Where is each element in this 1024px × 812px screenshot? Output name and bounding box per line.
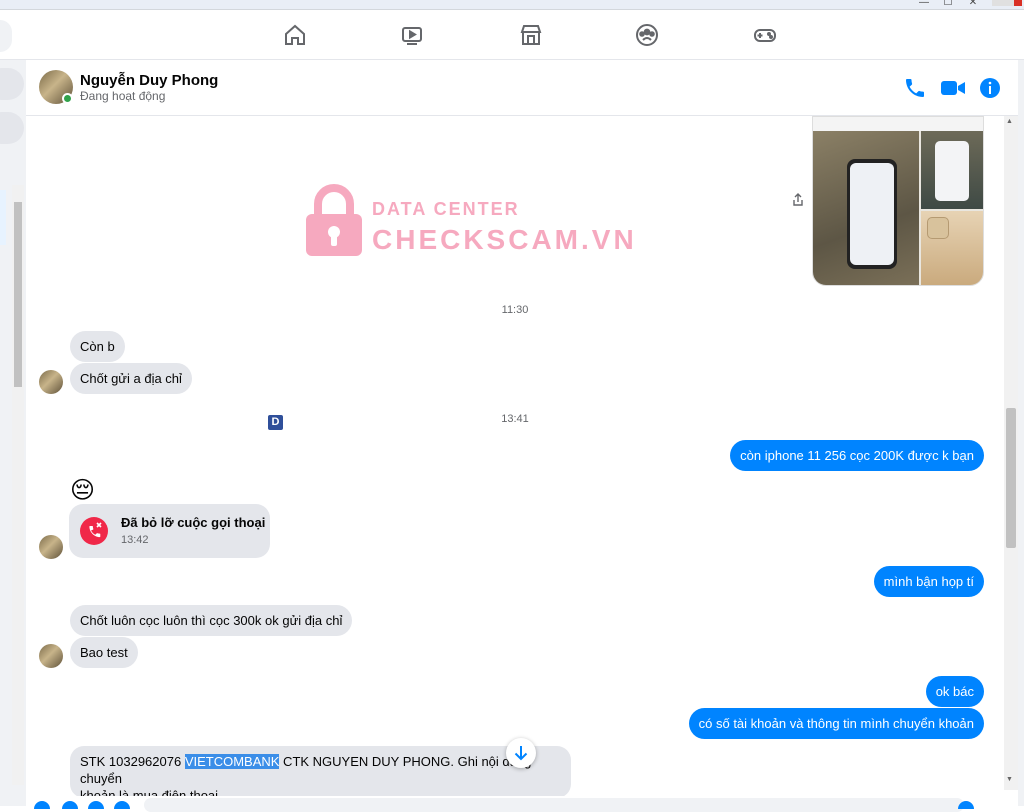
- phone-photo-side: [921, 131, 983, 209]
- message-input[interactable]: [144, 798, 964, 812]
- incoming-message[interactable]: Chốt gửi a địa chỉ: [70, 363, 192, 394]
- share-icon[interactable]: [790, 192, 806, 208]
- active-chat-fragment[interactable]: [0, 190, 6, 245]
- incoming-message[interactable]: Chốt luôn cọc luôn thì cọc 300k ok gửi đ…: [70, 605, 353, 636]
- left-scrollbar-thumb[interactable]: [14, 202, 22, 387]
- info-icon[interactable]: [978, 76, 1002, 100]
- extension-icon[interactable]: [1014, 0, 1022, 6]
- bank-text-start: STK 1032962076: [80, 754, 185, 769]
- outgoing-message[interactable]: còn iphone 11 256 cọc 200K được k bạn: [730, 440, 984, 471]
- watermark-text-top: DATA CENTER: [372, 199, 520, 219]
- home-icon[interactable]: [282, 22, 308, 48]
- missed-call-time: 13:42: [121, 534, 149, 546]
- missed-call-card[interactable]: Đã bỏ lỡ cuộc gọi thoại 13:42: [69, 504, 270, 558]
- missed-call-title: Đã bỏ lỡ cuộc gọi thoại: [121, 515, 266, 530]
- scroll-up-arrow[interactable]: ▲: [1006, 118, 1013, 125]
- incoming-message[interactable]: Còn b: [70, 331, 125, 362]
- scroll-to-bottom-button[interactable]: [506, 738, 536, 768]
- groups-icon[interactable]: [634, 22, 660, 48]
- photo-message[interactable]: [812, 116, 984, 286]
- minimize-button[interactable]: —: [917, 0, 931, 8]
- outgoing-message[interactable]: ok bác: [925, 676, 984, 707]
- phone-photo-back: [921, 211, 983, 285]
- top-navigation: [0, 10, 1024, 60]
- chat-scrollbar-thumb[interactable]: [1006, 408, 1016, 548]
- watch-icon[interactable]: [399, 22, 425, 48]
- timestamp: 13:41: [501, 413, 529, 425]
- close-window-button[interactable]: ✕: [966, 0, 980, 8]
- photo-caption-strip: [813, 117, 983, 131]
- timestamp: 11:30: [501, 304, 529, 316]
- right-edge: [1018, 60, 1024, 806]
- browser-title-bar: [0, 0, 1024, 10]
- watermark-text-main: CHECKSCAM.VN: [372, 224, 637, 255]
- phone-icon[interactable]: [903, 76, 927, 100]
- extension-badge[interactable]: D: [268, 415, 283, 430]
- missed-call-icon: [80, 517, 108, 545]
- online-indicator: [62, 93, 73, 104]
- outgoing-message[interactable]: có số tài khoản và thông tin mình chuyển…: [688, 708, 984, 739]
- contact-status: Đang hoạt động: [80, 89, 166, 103]
- scroll-down-arrow[interactable]: ▼: [1006, 776, 1013, 783]
- phone-screen: [850, 163, 894, 265]
- phone-photo-front: [813, 131, 919, 285]
- incoming-message-bank-info[interactable]: STK 1032962076 VIETCOMBANK CTK NGUYEN DU…: [70, 746, 571, 803]
- outgoing-message[interactable]: mình bận họp tí: [873, 566, 984, 597]
- camera-module: [927, 217, 949, 239]
- reaction-emoji[interactable]: 😔: [70, 478, 95, 504]
- marketplace-icon[interactable]: [518, 22, 544, 48]
- message-list[interactable]: DATA CENTER CHECKSCAM.VN 11:30 Còn b Chố…: [26, 116, 1004, 806]
- conversation-header: Nguyễn Duy Phong Đang hoạt động: [26, 60, 1024, 116]
- video-icon[interactable]: [939, 76, 967, 100]
- maximize-button[interactable]: ☐: [941, 0, 955, 8]
- phone-body: [847, 159, 897, 269]
- sender-avatar[interactable]: [39, 535, 63, 559]
- watermark-lock-icon: [304, 182, 364, 263]
- sender-avatar[interactable]: [39, 644, 63, 668]
- bank-name-highlight: VIETCOMBANK: [184, 754, 280, 769]
- gaming-icon[interactable]: [752, 22, 778, 48]
- incoming-message[interactable]: Bao test: [70, 637, 138, 668]
- phone-screen-2: [935, 141, 969, 201]
- contact-name[interactable]: Nguyễn Duy Phong: [80, 72, 218, 89]
- sender-avatar[interactable]: [39, 370, 63, 394]
